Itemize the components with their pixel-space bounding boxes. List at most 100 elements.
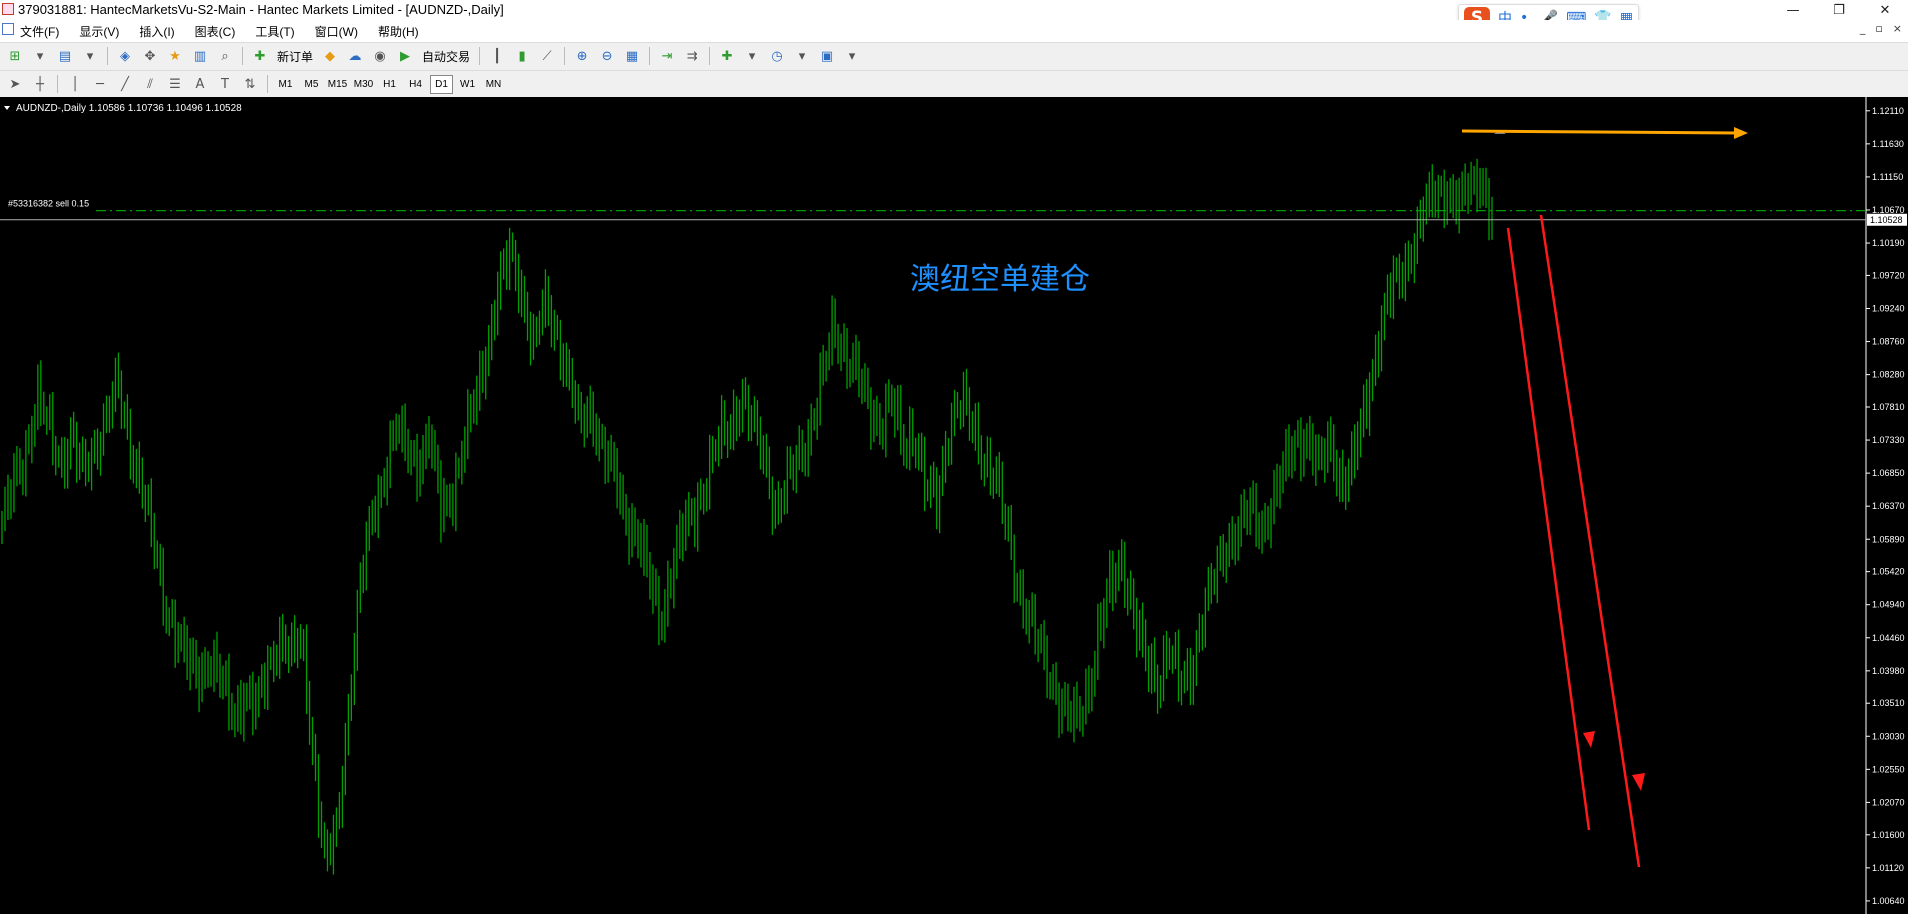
price-tick-label: 1.07810 bbox=[1872, 402, 1905, 412]
text-label-icon[interactable]: T bbox=[214, 74, 236, 94]
zoom-out-icon[interactable]: ⊖ bbox=[596, 46, 618, 66]
tile-windows-icon[interactable]: ▦ bbox=[621, 46, 643, 66]
chart-shift-icon[interactable]: ⇥ bbox=[656, 46, 678, 66]
indicators-icon[interactable]: ✚ bbox=[716, 46, 738, 66]
horizontal-line-icon[interactable]: ─ bbox=[89, 74, 111, 94]
dropdown-icon[interactable]: ▾ bbox=[29, 46, 51, 66]
templates-icon[interactable]: ▣ bbox=[816, 46, 838, 66]
order-label: #53316382 sell 0.15 bbox=[8, 199, 89, 209]
text-icon[interactable]: A bbox=[189, 74, 211, 94]
minimize-button[interactable]: — bbox=[1770, 0, 1816, 20]
price-chart-area[interactable]: AUDNZD-,Daily 1.10586 1.10736 1.10496 1.… bbox=[0, 97, 1908, 914]
price-tick-label: 1.05890 bbox=[1872, 534, 1905, 544]
bar-chart-icon[interactable]: ┃ bbox=[486, 46, 508, 66]
price-tick-label: 1.11150 bbox=[1872, 172, 1903, 182]
fibonacci-icon[interactable]: ☰ bbox=[164, 74, 186, 94]
price-tick-label: 1.02070 bbox=[1872, 797, 1905, 807]
separator bbox=[242, 47, 243, 65]
price-tick-label: 1.09720 bbox=[1872, 270, 1905, 280]
separator bbox=[107, 47, 108, 65]
menu-charts[interactable]: 图表(C) bbox=[195, 23, 236, 40]
separator bbox=[649, 47, 651, 65]
orange-arrow-shaft bbox=[1461, 129, 1739, 135]
timeframe-mn[interactable]: MN bbox=[482, 75, 505, 94]
cursor-icon[interactable]: ➤ bbox=[4, 74, 26, 94]
price-tick-label: 1.01120 bbox=[1872, 863, 1904, 873]
new-order-button[interactable]: 新订单 bbox=[274, 48, 316, 65]
strategy-tester-icon[interactable]: ⌕ bbox=[214, 46, 236, 66]
price-tick-label: 1.06370 bbox=[1872, 501, 1905, 511]
price-tick-label: 1.03030 bbox=[1872, 731, 1905, 741]
trendline-icon[interactable]: ╱ bbox=[114, 74, 136, 94]
arrows-icon[interactable]: ⇅ bbox=[239, 74, 261, 94]
price-chart[interactable]: AUDNZD-,Daily 1.10586 1.10736 1.10496 1.… bbox=[0, 97, 1908, 914]
close-button[interactable]: ✕ bbox=[1862, 0, 1908, 20]
menu-window[interactable]: 窗口(W) bbox=[315, 23, 358, 40]
timeframe-h1[interactable]: H1 bbox=[378, 75, 401, 94]
price-tick-label: 1.06850 bbox=[1872, 468, 1905, 478]
dropdown-icon[interactable]: ▾ bbox=[79, 46, 101, 66]
child-minimize-button[interactable]: _ bbox=[1860, 22, 1866, 35]
profiles-icon[interactable]: ▤ bbox=[54, 46, 76, 66]
price-tick-label: 1.04460 bbox=[1872, 633, 1905, 643]
timeframe-m5[interactable]: M5 bbox=[300, 75, 323, 94]
separator bbox=[267, 75, 268, 93]
price-tick-label: 1.11630 bbox=[1872, 139, 1904, 149]
new-order-icon[interactable]: ✚ bbox=[249, 46, 271, 66]
navigator-icon[interactable]: ★ bbox=[164, 46, 186, 66]
market-icon[interactable]: ◉ bbox=[369, 46, 391, 66]
timeframe-m15[interactable]: M15 bbox=[326, 75, 349, 94]
separator bbox=[564, 47, 566, 65]
menu-file[interactable]: 文件(F) bbox=[20, 23, 59, 40]
restore-button[interactable]: ❐ bbox=[1816, 0, 1862, 20]
menu-bar: 文件(F) 显示(V) 插入(I) 图表(C) 工具(T) 窗口(W) 帮助(H… bbox=[0, 20, 1908, 40]
line-chart-icon[interactable]: ⟋ bbox=[536, 46, 558, 66]
price-tick-label: 1.05420 bbox=[1872, 567, 1905, 577]
periods-icon[interactable]: ◷ bbox=[766, 46, 788, 66]
candlestick-icon[interactable]: ▮ bbox=[511, 46, 533, 66]
menu-view[interactable]: 显示(V) bbox=[79, 23, 119, 40]
price-tick-label: 1.10190 bbox=[1872, 238, 1905, 248]
timeframe-d1[interactable]: D1 bbox=[430, 74, 453, 94]
market-watch-icon[interactable]: ◈ bbox=[114, 46, 136, 66]
price-tick-label: 1.03510 bbox=[1872, 698, 1905, 708]
chart-window-icon[interactable] bbox=[2, 23, 14, 35]
price-tick-label: 1.10670 bbox=[1872, 205, 1905, 215]
vertical-line-icon[interactable]: │ bbox=[64, 74, 86, 94]
dropdown-icon[interactable]: ▾ bbox=[791, 46, 813, 66]
separator bbox=[709, 47, 711, 65]
price-tick-label: 1.08760 bbox=[1872, 337, 1905, 347]
menu-insert[interactable]: 插入(I) bbox=[139, 23, 174, 40]
timeframe-h4[interactable]: H4 bbox=[404, 75, 427, 94]
auto-trading-button[interactable]: 自动交易 bbox=[419, 48, 473, 65]
menu-help[interactable]: 帮助(H) bbox=[378, 23, 419, 40]
channel-icon[interactable]: ⫽ bbox=[139, 74, 161, 94]
separator bbox=[57, 75, 58, 93]
dropdown-icon[interactable]: ▾ bbox=[741, 46, 763, 66]
metaeditor-icon[interactable]: ◆ bbox=[319, 46, 341, 66]
price-tick-label: 1.00640 bbox=[1872, 896, 1905, 906]
signals-icon[interactable]: ☁ bbox=[344, 46, 366, 66]
auto-trading-icon[interactable]: ▶ bbox=[394, 46, 416, 66]
price-tick-label: 1.07330 bbox=[1872, 435, 1905, 445]
timeframe-m1[interactable]: M1 bbox=[274, 75, 297, 94]
autoscroll-icon[interactable]: ⇉ bbox=[681, 46, 703, 66]
drawing-toolbar: ➤ ┼ │ ─ ╱ ⫽ ☰ A T ⇅ M1 M5 M15 M30 H1 H4 … bbox=[0, 70, 1908, 98]
price-tick-label: 1.08280 bbox=[1872, 370, 1905, 380]
menu-tools[interactable]: 工具(T) bbox=[255, 23, 294, 40]
child-close-button[interactable]: × bbox=[1893, 22, 1902, 35]
window-title: 379031881: HantecMarketsVu-S2-Main - Han… bbox=[18, 2, 504, 17]
price-tick-label: 1.04940 bbox=[1872, 600, 1905, 610]
new-chart-icon[interactable]: ⊞ bbox=[4, 46, 26, 66]
window-controls: — ❐ ✕ bbox=[1770, 0, 1908, 20]
crosshair-icon[interactable]: ┼ bbox=[29, 74, 51, 94]
dropdown-icon[interactable]: ▾ bbox=[841, 46, 863, 66]
zoom-in-icon[interactable]: ⊕ bbox=[571, 46, 593, 66]
data-window-icon[interactable]: ✥ bbox=[139, 46, 161, 66]
timeframe-m30[interactable]: M30 bbox=[352, 75, 375, 94]
price-tick-label: 1.09240 bbox=[1872, 303, 1905, 313]
price-tick-label: 1.02550 bbox=[1872, 764, 1905, 774]
timeframe-w1[interactable]: W1 bbox=[456, 75, 479, 94]
terminal-icon[interactable]: ▥ bbox=[189, 46, 211, 66]
child-restore-button[interactable]: ▫ bbox=[1875, 22, 1882, 35]
